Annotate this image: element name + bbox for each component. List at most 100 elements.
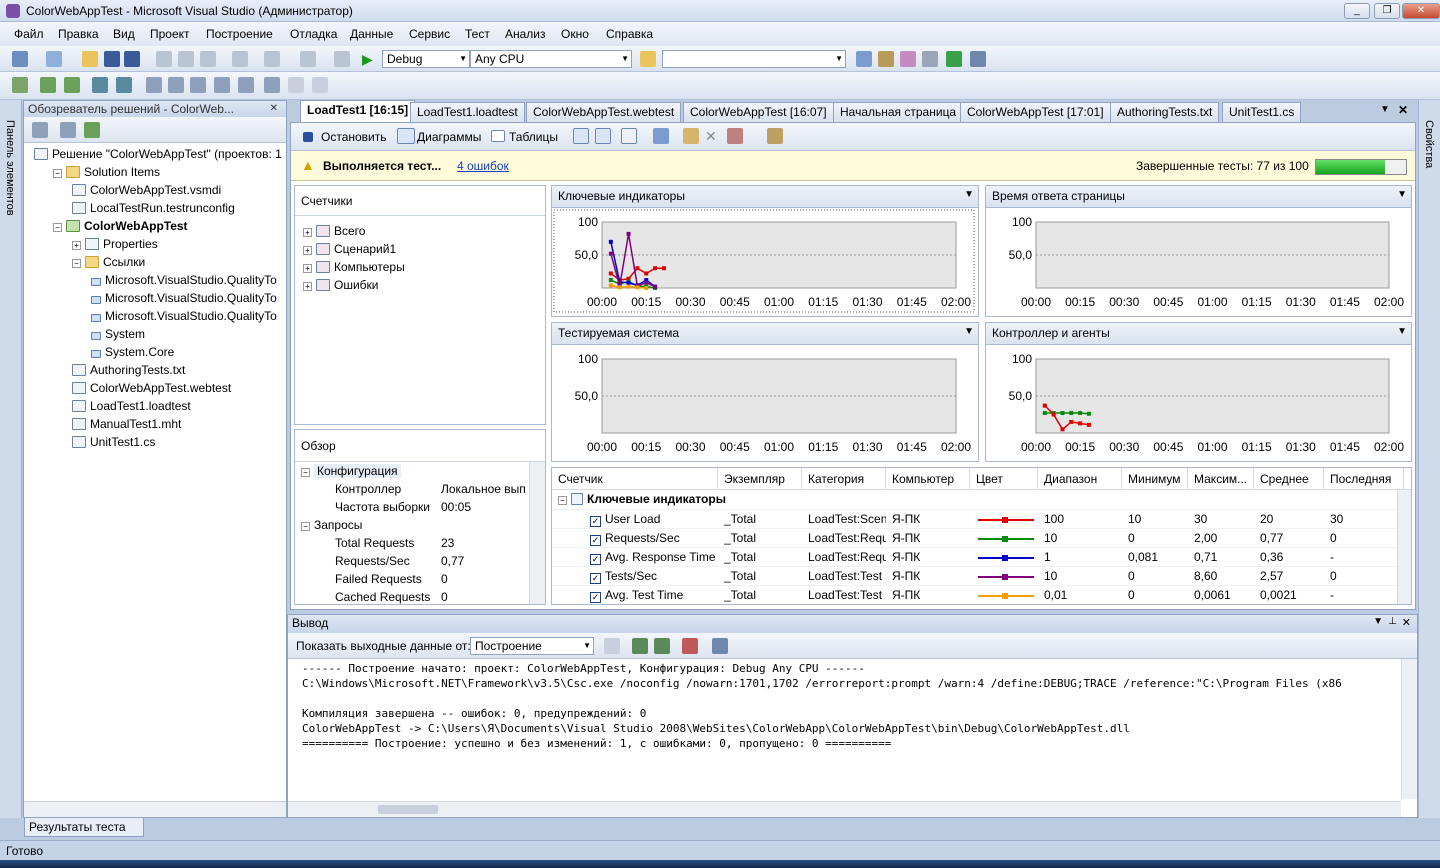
- tree-item[interactable]: ColorWebAppTest.vsmdi: [72, 181, 221, 199]
- errors-link[interactable]: 4 ошибок: [457, 159, 509, 173]
- menu-item-11[interactable]: Справка: [606, 27, 653, 41]
- add-item-icon[interactable]: [46, 51, 62, 67]
- column-header[interactable]: Категория: [802, 468, 886, 490]
- menu-item-8[interactable]: Тест: [465, 27, 490, 41]
- menu-item-10[interactable]: Окно: [561, 27, 589, 41]
- legend-icon[interactable]: [573, 128, 589, 144]
- column-header[interactable]: Экземпляр: [718, 468, 802, 490]
- expand-icon[interactable]: +: [303, 228, 312, 237]
- column-header[interactable]: Цвет: [970, 468, 1038, 490]
- dropdown-icon[interactable]: ▼: [1373, 616, 1383, 627]
- chart-title-combo[interactable]: Тестируемая система ▼: [552, 323, 978, 345]
- checkbox[interactable]: ✓: [590, 592, 601, 603]
- properties-strip[interactable]: Свойства: [1418, 100, 1440, 818]
- menu-item-3[interactable]: Проект: [150, 27, 190, 41]
- menu-item-0[interactable]: Файл: [14, 27, 44, 41]
- menu-item-2[interactable]: Вид: [113, 27, 135, 41]
- navigate-back-icon[interactable]: [300, 51, 316, 67]
- doc-tab[interactable]: AuthoringTests.txt: [1110, 102, 1220, 122]
- properties-icon[interactable]: [32, 122, 48, 138]
- menu-item-4[interactable]: Построение: [206, 27, 273, 41]
- open-icon[interactable]: [82, 51, 98, 67]
- collapse-icon[interactable]: −: [558, 496, 567, 505]
- tree-item[interactable]: System.Core: [91, 343, 174, 361]
- tree-item[interactable]: − ColorWebAppTest: [53, 217, 188, 235]
- expand-icon[interactable]: +: [303, 264, 312, 273]
- export-icon[interactable]: [767, 128, 783, 144]
- tree-item[interactable]: Решение "ColorWebAppTest" (проектов: 1: [34, 145, 282, 163]
- debug-tests-icon[interactable]: [64, 77, 80, 93]
- cut-icon[interactable]: [156, 51, 172, 67]
- charts-button[interactable]: Диаграммы: [417, 130, 481, 144]
- zoom-icon[interactable]: [653, 128, 669, 144]
- close-icon[interactable]: ✕: [270, 101, 278, 117]
- show-all-files-icon[interactable]: [60, 122, 76, 138]
- tables-button[interactable]: Таблицы: [509, 130, 558, 144]
- start-page-icon[interactable]: [946, 51, 962, 67]
- test-runs-icon[interactable]: [238, 77, 254, 93]
- tree-item[interactable]: System: [91, 325, 145, 343]
- vertical-scrollbar[interactable]: [1401, 659, 1417, 799]
- run-tests-icon[interactable]: [40, 77, 56, 93]
- edit-test-run-config-icon[interactable]: [264, 77, 280, 93]
- chart-title-combo[interactable]: Ключевые индикаторы ▼: [552, 186, 978, 208]
- tree-item[interactable]: ColorWebAppTest.webtest: [72, 379, 231, 397]
- doc-tab[interactable]: UnitTest1.cs: [1222, 102, 1302, 122]
- close-icon[interactable]: ✕: [1398, 103, 1408, 117]
- collapse-icon[interactable]: −: [301, 522, 310, 531]
- word-wrap-icon[interactable]: [712, 638, 728, 654]
- menu-item-9[interactable]: Анализ: [505, 27, 546, 41]
- collapse-icon[interactable]: −: [53, 169, 62, 178]
- checkbox[interactable]: ✓: [590, 573, 601, 584]
- counter-item[interactable]: + Компьютеры: [303, 258, 405, 276]
- vertical-scrollbar[interactable]: [1397, 490, 1411, 604]
- tree-item[interactable]: Microsoft.VisualStudio.QualityTo: [91, 307, 277, 325]
- checkbox[interactable]: ✓: [590, 554, 601, 565]
- object-browser-icon[interactable]: [900, 51, 916, 67]
- horizontal-scrollbar[interactable]: [288, 801, 1401, 817]
- doc-tab[interactable]: Начальная страница: [833, 102, 964, 122]
- undo-icon[interactable]: [232, 51, 248, 67]
- clear-all-icon[interactable]: [682, 638, 698, 654]
- test-results-icon[interactable]: [190, 77, 206, 93]
- close-icon[interactable]: ✕: [1402, 616, 1411, 629]
- menu-item-7[interactable]: Сервис: [409, 27, 450, 41]
- command-window-icon[interactable]: [970, 51, 986, 67]
- save-all-icon[interactable]: [124, 51, 140, 67]
- tab-dropdown-icon[interactable]: ▼: [1380, 104, 1390, 115]
- tree-item[interactable]: Microsoft.VisualStudio.QualityTo: [91, 271, 277, 289]
- tree-item[interactable]: − Solution Items: [53, 163, 160, 181]
- test-manager-icon[interactable]: [168, 77, 184, 93]
- grid-row[interactable]: ✓ Avg. Test Time _Total LoadTest:Test Я-ПК 0,…: [552, 585, 1398, 604]
- toolbox-strip[interactable]: Панель элементов: [0, 100, 22, 818]
- collapse-icon[interactable]: −: [72, 259, 81, 268]
- properties-icon[interactable]: [878, 51, 894, 67]
- grid-row[interactable]: ✓ Tests/Sec _Total LoadTest:Test Я-ПК 10 0 8,60…: [552, 566, 1398, 585]
- doc-tab[interactable]: ColorWebAppTest [16:07]: [683, 102, 834, 122]
- close-button[interactable]: ✕: [1402, 3, 1440, 19]
- save-icon[interactable]: [104, 51, 120, 67]
- doc-tab[interactable]: LoadTest1 [16:15]: [300, 100, 416, 122]
- counter-item[interactable]: + Сценарий1: [303, 240, 396, 258]
- collapse-icon[interactable]: −: [53, 223, 62, 232]
- tree-item[interactable]: − Ссылки: [72, 253, 145, 271]
- debug-all-tests-icon[interactable]: [116, 77, 132, 93]
- test-list-icon[interactable]: [12, 77, 28, 93]
- expand-icon[interactable]: +: [303, 282, 312, 291]
- menu-item-5[interactable]: Отладка: [290, 27, 337, 41]
- column-header[interactable]: Максим...: [1188, 468, 1254, 490]
- doc-tab[interactable]: LoadTest1.loadtest: [410, 102, 525, 122]
- refresh-icon[interactable]: [84, 122, 100, 138]
- column-header[interactable]: Минимум: [1122, 468, 1188, 490]
- vertical-scrollbar[interactable]: [529, 462, 545, 604]
- chart-title-combo[interactable]: Время ответа страницы ▼: [986, 186, 1411, 208]
- code-coverage-icon[interactable]: [214, 77, 230, 93]
- doc-tab[interactable]: ColorWebAppTest [17:01]: [960, 102, 1111, 122]
- column-header[interactable]: Последняя: [1324, 468, 1404, 490]
- scroll-thumb[interactable]: [378, 805, 438, 814]
- menu-item-1[interactable]: Правка: [58, 27, 99, 41]
- group-row[interactable]: − Ключевые индикаторы: [552, 490, 1398, 509]
- counter-item[interactable]: + Ошибки: [303, 276, 379, 294]
- tree-item[interactable]: LoadTest1.loadtest: [72, 397, 191, 415]
- collapse-icon[interactable]: −: [301, 468, 310, 477]
